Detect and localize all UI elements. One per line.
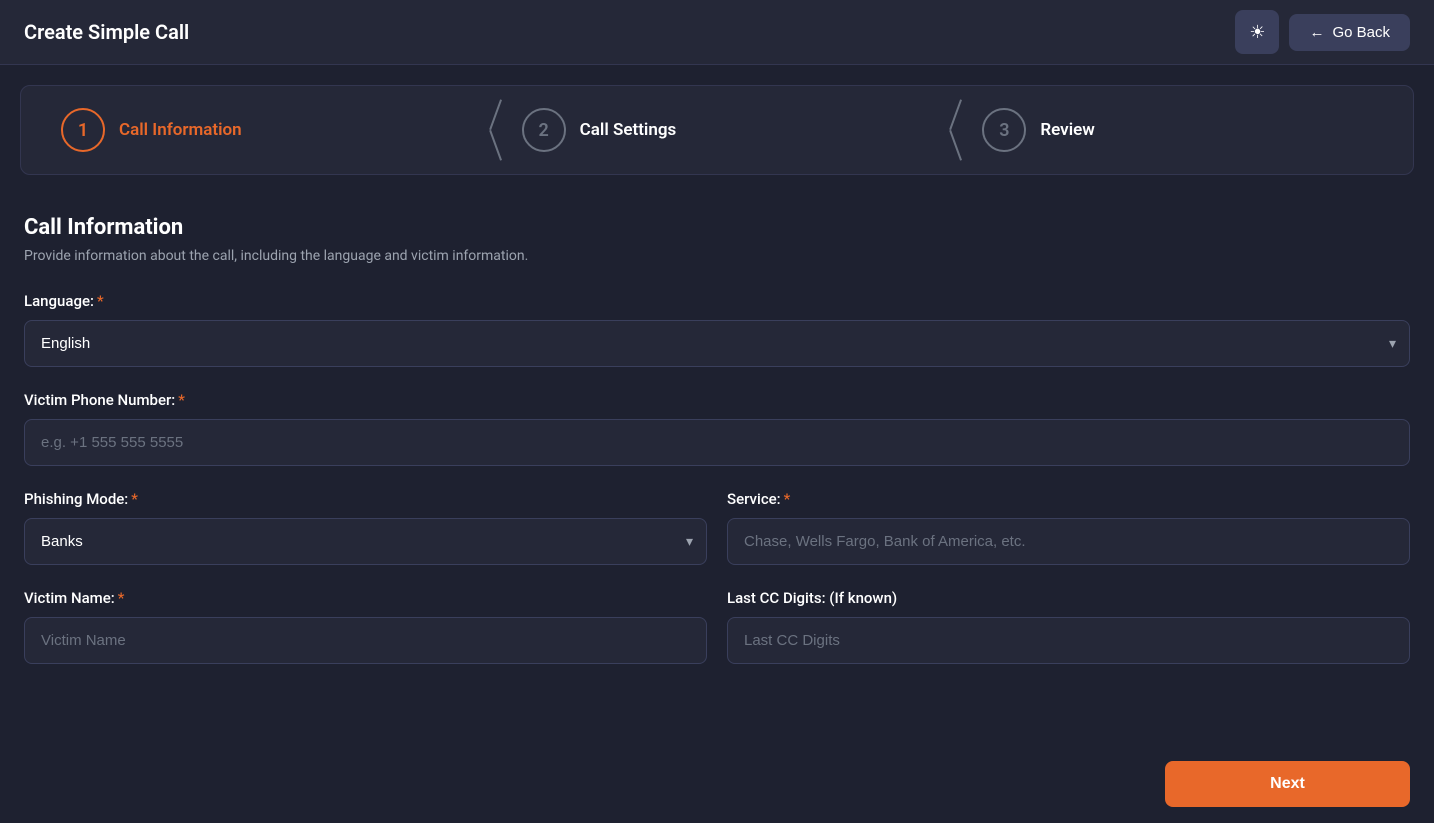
service-input[interactable] xyxy=(727,518,1410,565)
go-back-arrow-icon: ← xyxy=(1309,24,1324,41)
phone-group: Victim Phone Number:* xyxy=(24,391,1410,466)
victim-name-required: * xyxy=(118,589,125,607)
step-1-label: Call Information xyxy=(119,120,242,140)
language-required: * xyxy=(97,292,104,310)
step-divider-1 xyxy=(472,100,502,160)
phishing-select-wrapper: Banks Credit Cards PayPal Amazon IRS ▾ xyxy=(24,518,707,565)
theme-toggle-button[interactable]: ☀ xyxy=(1235,10,1279,54)
chevron-icon-1 xyxy=(472,100,502,160)
last-cc-input[interactable] xyxy=(727,617,1410,664)
service-label: Service:* xyxy=(727,490,1410,508)
stepper-container: 1 Call Information 2 Call Settings 3 Rev… xyxy=(20,85,1414,175)
language-group: Language:* English Spanish French German… xyxy=(24,292,1410,367)
step-2-number: 2 xyxy=(539,120,549,141)
step-3[interactable]: 3 Review xyxy=(982,108,1373,152)
language-select[interactable]: English Spanish French German Portuguese xyxy=(24,320,1410,367)
header: Create Simple Call ☀ ← Go Back xyxy=(0,0,1434,65)
next-button[interactable]: Next xyxy=(1165,761,1410,807)
service-group: Service:* xyxy=(727,490,1410,565)
step-2-label: Call Settings xyxy=(580,120,677,140)
victim-name-label: Victim Name:* xyxy=(24,589,707,607)
section-subtitle: Provide information about the call, incl… xyxy=(24,248,1410,264)
theme-icon: ☀ xyxy=(1249,22,1265,43)
phone-input[interactable] xyxy=(24,419,1410,466)
step-3-label: Review xyxy=(1040,120,1094,140)
step-divider-2 xyxy=(932,100,962,160)
step-3-circle: 3 xyxy=(982,108,1026,152)
language-select-wrapper: English Spanish French German Portuguese… xyxy=(24,320,1410,367)
phishing-service-row: Phishing Mode:* Banks Credit Cards PayPa… xyxy=(24,490,1410,565)
language-label: Language:* xyxy=(24,292,1410,310)
phishing-mode-group: Phishing Mode:* Banks Credit Cards PayPa… xyxy=(24,490,707,565)
phishing-required: * xyxy=(131,490,138,508)
header-actions: ☀ ← Go Back xyxy=(1235,10,1410,54)
chevron-icon-2 xyxy=(932,100,962,160)
phishing-mode-select[interactable]: Banks Credit Cards PayPal Amazon IRS xyxy=(24,518,707,565)
step-2-circle: 2 xyxy=(522,108,566,152)
victim-cc-row: Victim Name:* Last CC Digits: (If known) xyxy=(24,589,1410,664)
section-title: Call Information xyxy=(24,215,1410,240)
service-required: * xyxy=(784,490,791,508)
victim-name-input[interactable] xyxy=(24,617,707,664)
last-cc-label: Last CC Digits: (If known) xyxy=(727,589,1410,607)
step-1-number: 1 xyxy=(78,120,88,141)
footer-actions: Next xyxy=(0,745,1434,823)
last-cc-group: Last CC Digits: (If known) xyxy=(727,589,1410,664)
main-content: Call Information Provide information abo… xyxy=(0,195,1434,708)
phone-required: * xyxy=(178,391,185,409)
victim-name-group: Victim Name:* xyxy=(24,589,707,664)
step-3-number: 3 xyxy=(999,120,1009,141)
phone-label: Victim Phone Number:* xyxy=(24,391,1410,409)
step-1[interactable]: 1 Call Information xyxy=(61,108,452,152)
phishing-mode-label: Phishing Mode:* xyxy=(24,490,707,508)
go-back-button[interactable]: ← Go Back xyxy=(1289,14,1410,51)
step-1-circle: 1 xyxy=(61,108,105,152)
page-title: Create Simple Call xyxy=(24,20,189,44)
stepper: 1 Call Information 2 Call Settings 3 Rev… xyxy=(61,100,1373,160)
go-back-label: Go Back xyxy=(1332,24,1390,41)
step-2[interactable]: 2 Call Settings xyxy=(522,108,913,152)
